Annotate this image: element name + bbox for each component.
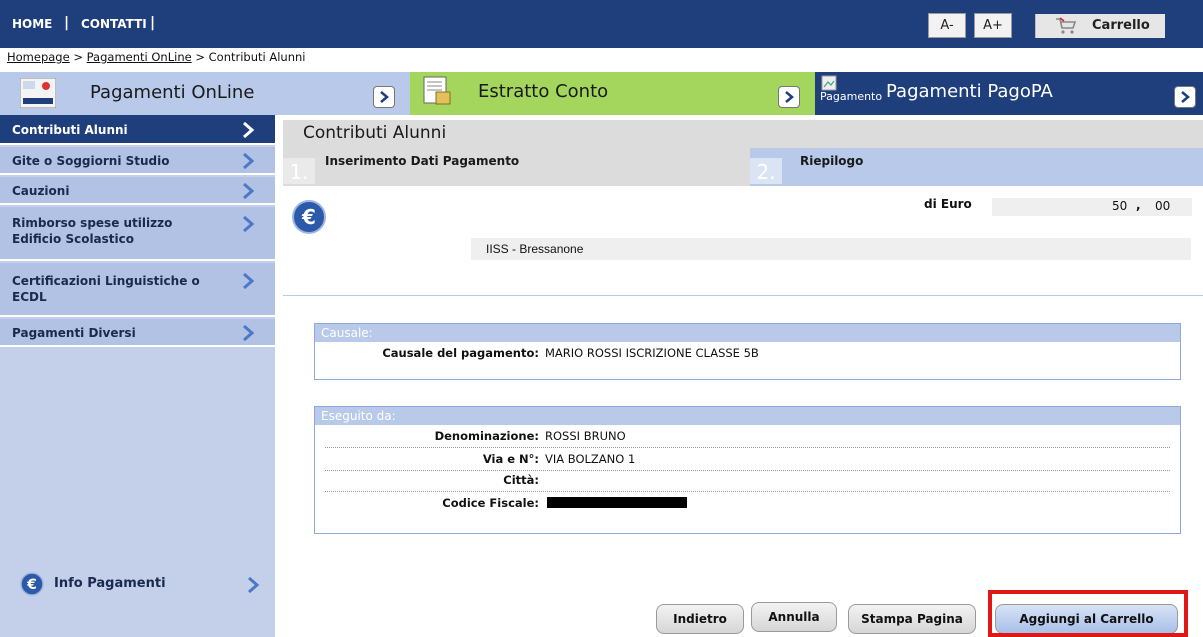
nav-home-link[interactable]: HOME (12, 17, 52, 31)
fieldset-legend: Causale: (315, 324, 1180, 342)
chevron-right-icon (243, 122, 255, 138)
chevron-right-icon (243, 216, 255, 232)
main-title-bar: Contributi Alunni (283, 120, 1203, 148)
breadcrumb-pagamenti-link[interactable]: Pagamenti OnLine (87, 50, 192, 64)
pagopa-broken-image-icon (821, 75, 837, 91)
sidebar: Contributi Alunni Gite o Soggiorni Studi… (0, 115, 275, 637)
sidebar-item-contributi-alunni[interactable]: Contributi Alunni (0, 115, 275, 145)
section-estratto-conto[interactable]: Estratto Conto (410, 72, 815, 115)
row-label: Via e N°: (482, 452, 539, 466)
svg-text:€: € (301, 205, 316, 229)
print-page-button[interactable]: Stampa Pagina (848, 604, 976, 634)
euro-coin-icon: € (292, 200, 326, 234)
row-label: Denominazione: (434, 429, 539, 443)
chevron-right-icon[interactable] (1174, 86, 1196, 108)
amount-decimals: 00 (1155, 199, 1171, 213)
highlight-box (988, 590, 1188, 637)
school-box: IISS - Bressanone (471, 238, 1191, 260)
fieldset-legend: Eseguito da: (315, 407, 1180, 425)
chevron-right-icon (243, 325, 255, 341)
sidebar-item-certificazioni[interactable]: Certificazioni Linguistiche o ECDL (0, 263, 275, 317)
pagopa-alt-text: Pagamento (820, 90, 883, 103)
chevron-right-icon[interactable] (373, 86, 395, 108)
chevron-right-icon (248, 577, 260, 593)
page-title: Contributi Alunni (303, 123, 447, 143)
step-number: 2. (750, 158, 782, 184)
section-pagopa[interactable]: Pagamento Pagamenti PagoPA (815, 72, 1203, 115)
sidebar-item-pagamenti-diversi[interactable]: Pagamenti Diversi (0, 319, 275, 347)
font-smaller-button[interactable]: A- (928, 13, 966, 38)
sidebar-item-label: Rimborso spese utilizzo Edificio Scolast… (12, 216, 173, 246)
amount-value-box: 50 , 00 (992, 198, 1192, 216)
causale-value: MARIO ROSSI ISCRIZIONE CLASSE 5B (545, 346, 759, 360)
denominazione-value: ROSSI BRUNO (545, 429, 626, 443)
amount-integer: 50 (1112, 199, 1128, 213)
chevron-right-icon (243, 153, 255, 169)
divider (325, 447, 1170, 448)
statement-icon (423, 76, 451, 105)
cart-label: Carrello (1092, 18, 1150, 33)
breadcrumb-separator: > (73, 50, 83, 64)
sidebar-item-gite[interactable]: Gite o Soggiorni Studio (0, 147, 275, 175)
eseguito-da-fieldset: Eseguito da: Denominazione: ROSSI BRUNO … (314, 406, 1181, 534)
breadcrumb-current: Contributi Alunni (208, 50, 306, 64)
section-pagamenti-online[interactable]: Pagamenti OnLine (0, 72, 410, 115)
step-title: Inserimento Dati Pagamento (325, 154, 520, 168)
section-title: Pagamenti OnLine (90, 82, 255, 103)
sidebar-item-label: Gite o Soggiorni Studio (12, 154, 170, 168)
nav-separator: | (64, 15, 70, 31)
causale-fieldset: Causale: Causale del pagamento: MARIO RO… (314, 323, 1181, 380)
section-title: Pagamenti PagoPA (886, 81, 1053, 102)
svg-text:€: € (26, 577, 37, 593)
redacted-codice-fiscale (547, 497, 687, 508)
nav-separator: | (150, 15, 156, 31)
chevron-right-icon (243, 183, 255, 199)
divider (325, 470, 1170, 471)
step-number: 1. (283, 158, 315, 184)
causale-label: Causale del pagamento: (382, 346, 539, 360)
amount-label: di Euro (924, 197, 972, 211)
step-title: Riepilogo (800, 154, 864, 168)
cart-icon (1056, 17, 1077, 34)
font-bigger-button[interactable]: A+ (974, 13, 1012, 38)
row-label: Codice Fiscale: (442, 496, 539, 510)
breadcrumb-homepage-link[interactable]: Homepage (7, 50, 70, 64)
top-bar: HOME | CONTATTI | A- A+ Carrello (0, 0, 1203, 48)
amount-separator: , (1136, 198, 1141, 212)
step-riepilogo: 2. Riepilogo (750, 148, 1203, 186)
cart-button[interactable]: Carrello (1035, 14, 1165, 38)
via-value: VIA BOLZANO 1 (545, 452, 636, 466)
back-button[interactable]: Indietro (656, 604, 744, 634)
euro-coin-icon: € (20, 572, 44, 596)
school-name: IISS - Bressanone (486, 242, 584, 256)
nav-contacts-link[interactable]: CONTATTI (81, 17, 147, 31)
chevron-right-icon[interactable] (778, 86, 800, 108)
sidebar-item-label: Pagamenti Diversi (12, 326, 136, 340)
sidebar-item-rimborso[interactable]: Rimborso spese utilizzo Edificio Scolast… (0, 207, 275, 261)
sidebar-item-label: Cauzioni (12, 184, 70, 198)
info-payments-label: Info Pagamenti (54, 576, 166, 591)
breadcrumb-separator: > (195, 50, 205, 64)
sidebar-item-label: Certificazioni Linguistiche o ECDL (12, 274, 200, 304)
section-title: Estratto Conto (478, 81, 609, 102)
sidebar-item-label: Contributi Alunni (12, 123, 128, 137)
chevron-right-icon (243, 273, 255, 289)
row-label: Città: (503, 473, 539, 487)
payments-logo-icon (20, 78, 56, 108)
step-inserimento: 1. Inserimento Dati Pagamento (283, 148, 750, 186)
sidebar-item-cauzioni[interactable]: Cauzioni (0, 177, 275, 205)
divider (325, 491, 1170, 492)
breadcrumb: Homepage > Pagamenti OnLine > Contributi… (7, 50, 306, 64)
amount-section: € di Euro 50 , 00 IISS - Bressanone (283, 186, 1203, 296)
cancel-button[interactable]: Annulla (751, 602, 837, 632)
info-payments-link[interactable]: € Info Pagamenti (20, 570, 260, 598)
